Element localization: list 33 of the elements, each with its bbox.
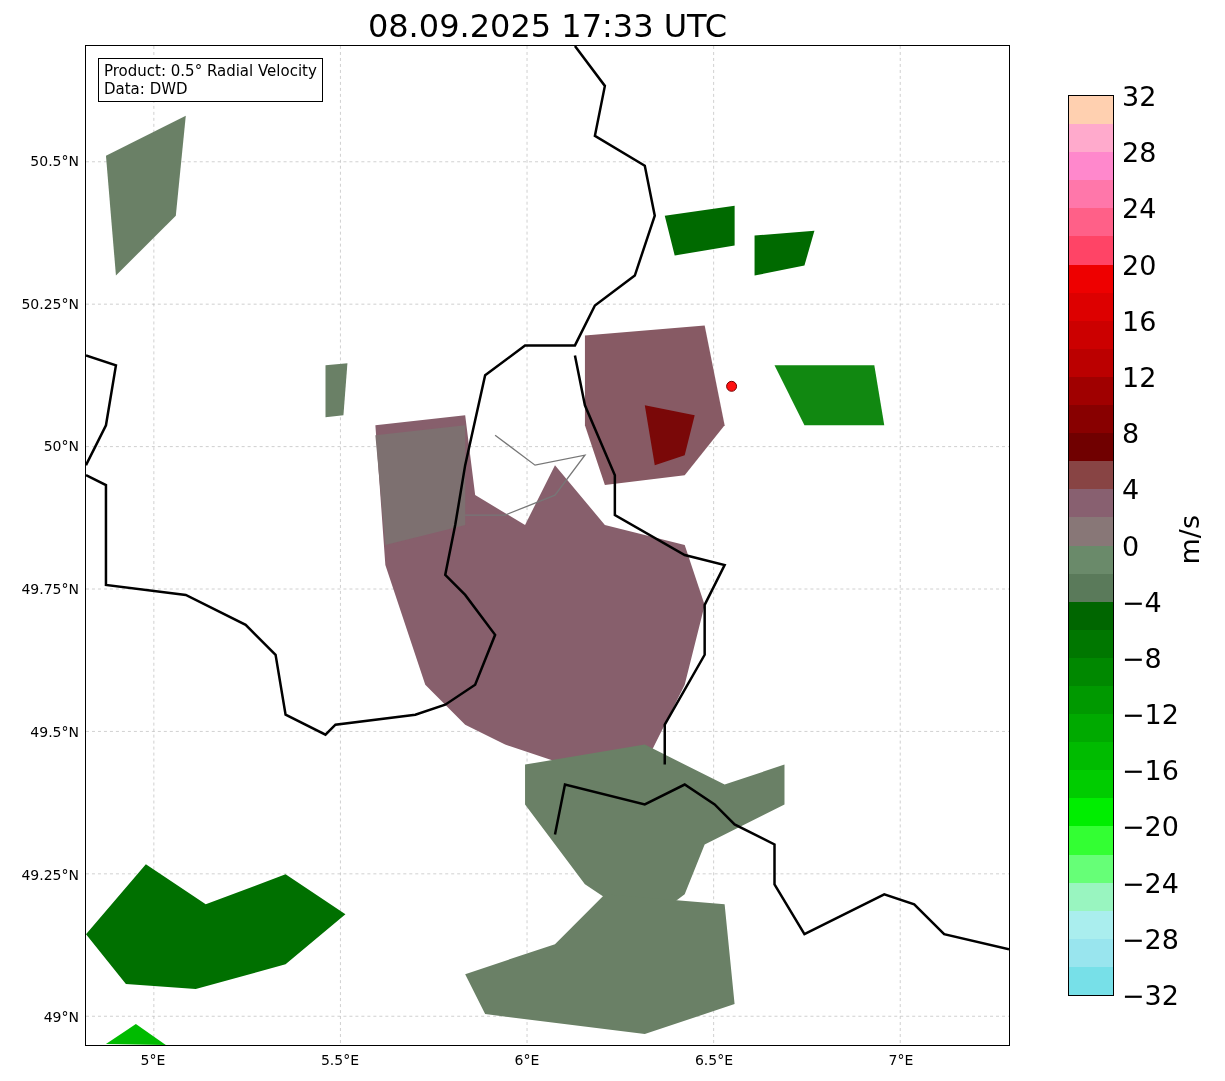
latitude-label: 49.25°N (21, 866, 79, 883)
colorbar-tick-label: 4 (1122, 473, 1140, 505)
colorbar-tick-label: 28 (1122, 136, 1157, 168)
colorbar-tick-label: −20 (1122, 810, 1179, 842)
colorbar-tick-label: 0 (1122, 530, 1140, 561)
latitude-label: 50.25°N (21, 295, 79, 312)
latitude-label: 49°N (43, 1009, 79, 1026)
colorbar-tick-label: 24 (1122, 192, 1157, 224)
colorbar-tick-label: −16 (1122, 754, 1179, 786)
latitude-label: 49.75°N (21, 581, 79, 598)
colorbar-tick-label: 12 (1122, 361, 1157, 393)
longitude-label: 7°E (888, 1052, 914, 1068)
colorbar-tick-label: −12 (1122, 698, 1179, 730)
colorbar-tick-label: −28 (1122, 923, 1179, 955)
latitude-label: 50°N (43, 438, 79, 455)
chart-title: 08.09.2025 17:33 UTC (367, 5, 728, 45)
latitude-label: 50.5°N (30, 153, 79, 169)
info-text: Data: DWD (104, 80, 189, 98)
colorbar-tick-label: 32 (1122, 80, 1157, 112)
colorbar-unit-label: m/s (1174, 515, 1205, 565)
colorbar-tick-label: −8 (1122, 642, 1162, 674)
colorbar-tick-label: 16 (1122, 305, 1157, 337)
colorbar-tick-label: 20 (1122, 249, 1157, 281)
colorbar-tick-label: −32 (1122, 979, 1179, 1011)
info-text: Product: 0.5° Radial Velocity (104, 62, 317, 80)
colorbar-tick-label: −4 (1122, 586, 1162, 618)
longitude-label: 6.5°E (694, 1052, 734, 1068)
colorbar-tick-label: 8 (1122, 417, 1140, 449)
longitude-label: 6°E (514, 1052, 540, 1068)
longitude-label: 5°E (140, 1052, 166, 1068)
longitude-label: 5.5°E (320, 1052, 360, 1068)
latitude-label: 49.5°N (30, 723, 79, 740)
colorbar-tick-label: −24 (1122, 867, 1179, 899)
